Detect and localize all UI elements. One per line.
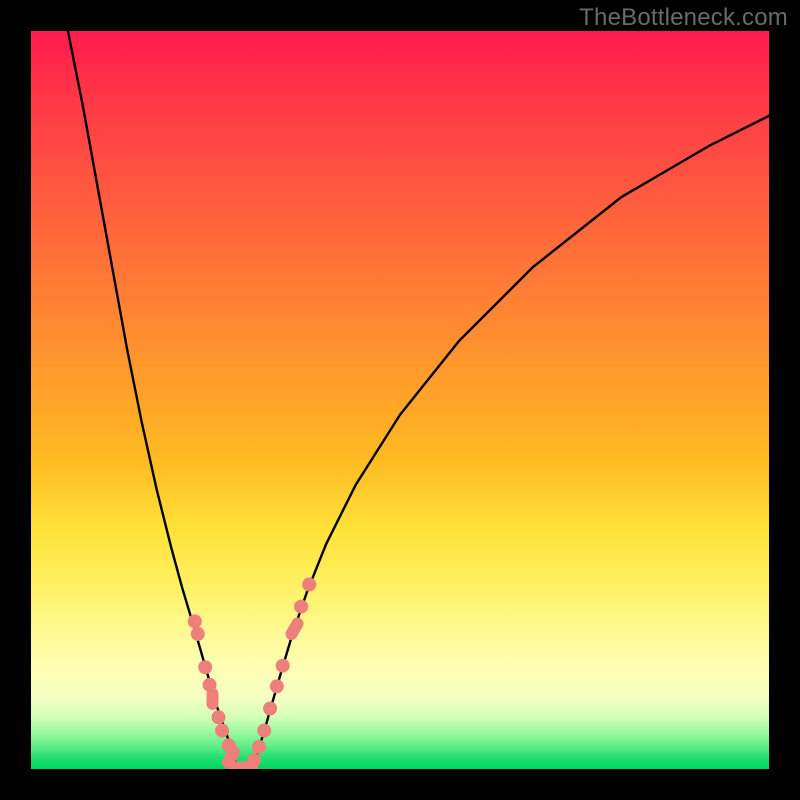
data-marker [276, 659, 290, 673]
chart-stage: TheBottleneck.com [0, 0, 800, 800]
data-marker [294, 600, 308, 614]
data-marker [263, 702, 277, 716]
data-marker [247, 753, 261, 767]
data-marker [302, 578, 316, 592]
data-marker [270, 679, 284, 693]
data-marker [283, 615, 305, 642]
attribution-watermark: TheBottleneck.com [579, 4, 788, 32]
data-marker [252, 740, 266, 754]
data-marker [188, 614, 202, 628]
data-marker [191, 627, 205, 641]
curve-left-curve [68, 31, 238, 769]
data-marker [212, 710, 226, 724]
curve-right-curve [252, 116, 769, 769]
data-marker [257, 724, 271, 738]
data-marker [198, 660, 212, 674]
plot-area [31, 31, 769, 769]
curves-layer [31, 31, 769, 769]
data-marker [207, 688, 219, 710]
data-marker [215, 724, 229, 738]
